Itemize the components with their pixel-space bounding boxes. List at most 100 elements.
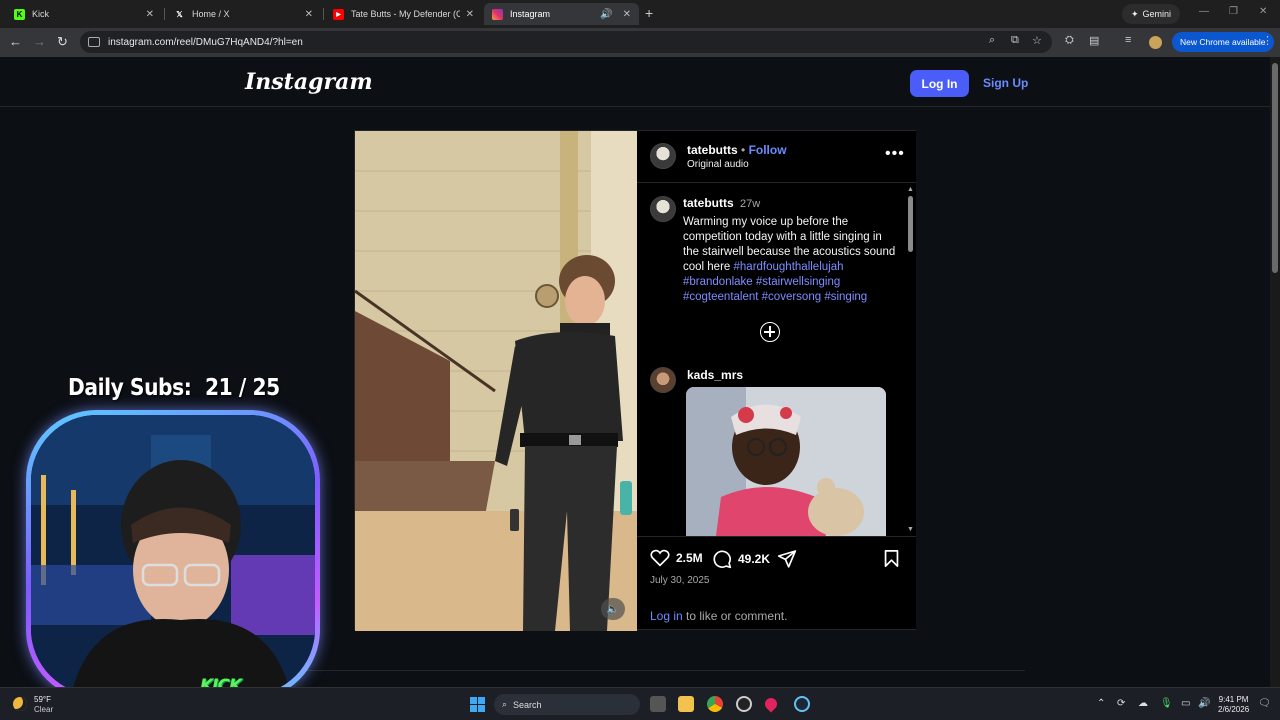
speaker-icon[interactable]: 🔈 (601, 598, 625, 620)
reload-icon[interactable]: ↻ (57, 34, 68, 50)
tab-instagram[interactable]: Instagram 🔊 ✕ (484, 3, 639, 25)
page-scrollbar[interactable] (1270, 57, 1280, 687)
gemini-label: Gemini (1142, 9, 1172, 19)
caption-text: Warming my voice up before the competiti… (683, 215, 899, 305)
restore-button[interactable]: ❐ (1229, 6, 1238, 17)
reel-card: 🔈 tatebutts • Follow Original audio ••• … (354, 130, 916, 631)
footer-divider (245, 670, 1025, 671)
post-username[interactable]: tatebutts (687, 143, 738, 157)
moon-weather-icon[interactable] (13, 697, 27, 711)
obs-icon[interactable] (736, 696, 752, 712)
avatar[interactable] (650, 196, 676, 222)
follow-button[interactable]: Follow (749, 143, 787, 157)
reel-video[interactable]: 🔈 (355, 131, 637, 631)
comment-bubble-icon (713, 550, 732, 569)
chevron-up-icon[interactable]: ⌃ (1097, 698, 1105, 709)
install-app-icon[interactable]: ⧉ (1011, 34, 1019, 47)
daily-subs-counter: Daily Subs: 21 / 25 (68, 375, 280, 401)
extension-icon[interactable]: ⛭ (1065, 34, 1074, 47)
post-author-line: tatebutts • Follow (687, 143, 787, 157)
close-window-button[interactable]: ✕ (1259, 6, 1267, 17)
login-prompt-suffix: to like or comment. (686, 609, 788, 623)
hashtag-link[interactable]: #singing (824, 291, 867, 303)
search-icon: ⌕ (502, 699, 508, 709)
zoom-icon[interactable]: ⌕ (989, 34, 995, 47)
windows-start-icon[interactable] (470, 697, 485, 712)
load-more-comments-icon[interactable] (760, 322, 780, 342)
hashtag-link[interactable]: #cogteentalent (683, 291, 758, 303)
scroll-down-icon[interactable]: ▼ (907, 526, 914, 533)
speaker-icon[interactable]: 🔊 (600, 9, 612, 20)
close-icon[interactable]: ✕ (466, 9, 474, 20)
forward-arrow-icon[interactable]: → (33, 34, 46, 49)
audio-label[interactable]: Original audio (687, 159, 749, 170)
caption-username[interactable]: tatebutts (683, 196, 734, 210)
map-pin-app-icon[interactable] (762, 695, 780, 713)
network-icon[interactable]: ▭ (1181, 698, 1190, 709)
cloud-icon[interactable]: ☁ (1138, 698, 1148, 709)
share-action[interactable] (777, 549, 797, 568)
sparkle-icon: ✦ (1131, 8, 1139, 19)
comment-action[interactable]: 49.2K (712, 549, 770, 569)
hashtag-link[interactable]: #coversong (762, 291, 821, 303)
kebab-menu-icon[interactable]: ⋮ (1262, 34, 1273, 47)
close-icon[interactable]: ✕ (623, 9, 631, 20)
like-action[interactable]: 2.5M (650, 549, 703, 567)
tab-kick[interactable]: K Kick ✕ (6, 3, 162, 25)
post-header: tatebutts • Follow Original audio ••• (637, 131, 916, 183)
hashtag-link[interactable]: #stairwellsinging (756, 276, 840, 288)
volume-icon[interactable]: 🔊 (1198, 698, 1210, 709)
more-options-icon[interactable]: ••• (885, 145, 905, 163)
url-text: instagram.com/reel/DMuG7HqAND4/?hl=en (108, 36, 303, 48)
notification-icon[interactable]: 🗨 (1258, 698, 1271, 709)
clock[interactable]: 9:41 PM 2/6/2026 (1218, 695, 1249, 715)
close-icon[interactable]: ✕ (146, 9, 154, 20)
post-side-panel: tatebutts • Follow Original audio ••• ta… (637, 131, 916, 629)
file-explorer-icon[interactable] (678, 696, 694, 712)
instagram-wordmark[interactable]: Instagram (245, 69, 373, 95)
tab-label: Tate Butts - My Defender (Offic (351, 9, 460, 19)
comments-scroll-thumb[interactable] (908, 196, 913, 252)
caption-header: tatebutts 27w (683, 196, 760, 210)
comments-scrollbar[interactable]: ▲ ▼ (906, 184, 914, 536)
minimize-button[interactable]: — (1199, 6, 1209, 17)
save-action[interactable] (883, 549, 900, 568)
login-link[interactable]: Log in (650, 609, 683, 623)
chrome-icon[interactable] (707, 696, 723, 712)
sidebar-icon[interactable]: ▤ (1089, 34, 1099, 47)
reading-list-icon[interactable]: ≡ (1125, 34, 1131, 46)
post-date: July 30, 2025 (650, 575, 710, 586)
weather-temperature[interactable]: 59°F (34, 695, 51, 704)
microphone-icon[interactable]: 🎙 (1160, 698, 1173, 709)
scroll-up-icon[interactable]: ▲ (907, 186, 914, 193)
steam-icon[interactable] (794, 696, 810, 712)
task-view-icon[interactable] (650, 696, 666, 712)
signup-link[interactable]: Sign Up (983, 76, 1028, 90)
gemini-button[interactable]: ✦ Gemini (1122, 4, 1181, 24)
weather-condition[interactable]: Clear (34, 705, 53, 714)
daily-subs-label: Daily Subs: (68, 375, 192, 401)
tab-youtube[interactable]: ▶ Tate Butts - My Defender (Offic ✕ (325, 3, 482, 25)
page-scroll-thumb[interactable] (1272, 63, 1278, 273)
new-chrome-available-button[interactable]: New Chrome available (1172, 32, 1274, 52)
address-bar[interactable]: instagram.com/reel/DMuG7HqAND4/?hl=en (80, 31, 1052, 53)
site-info-icon[interactable] (88, 37, 100, 47)
login-button[interactable]: Log In (910, 70, 969, 97)
taskbar-search[interactable]: ⌕ Search (494, 694, 640, 715)
profile-avatar-icon[interactable] (1149, 36, 1162, 49)
hashtag-link[interactable]: #brandonlake (683, 276, 753, 288)
tab-x[interactable]: 𝕏 Home / X ✕ (166, 3, 321, 25)
close-icon[interactable]: ✕ (305, 9, 313, 20)
like-count: 2.5M (676, 551, 703, 565)
bookmark-star-icon[interactable]: ☆ (1032, 34, 1042, 47)
back-arrow-icon[interactable]: ← (9, 34, 22, 49)
share-paper-plane-icon (777, 550, 797, 568)
sync-icon[interactable]: ⟳ (1117, 698, 1125, 709)
avatar[interactable] (650, 367, 676, 393)
tab-label: Instagram (510, 9, 551, 19)
avatar[interactable] (650, 143, 676, 169)
hashtag-link[interactable]: #hardfoughthallelujah (734, 261, 844, 273)
new-tab-button[interactable]: + (645, 5, 653, 21)
comment-username[interactable]: kads_mrs (687, 368, 743, 382)
x-logo-icon: 𝕏 (176, 9, 183, 19)
